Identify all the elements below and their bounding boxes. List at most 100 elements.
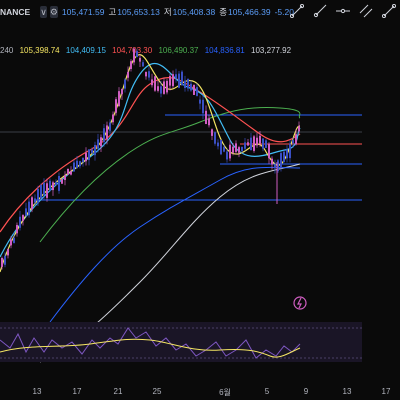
time-label: 17: [72, 387, 82, 396]
candle-body: [223, 146, 225, 152]
candle-body: [112, 114, 114, 123]
trend-line-icon[interactable]: [288, 2, 306, 20]
candle-body: [274, 164, 276, 169]
candle-body: [199, 99, 201, 104]
candle-body: [193, 84, 195, 95]
time-label: 17: [381, 387, 391, 396]
candle-body: [169, 75, 171, 86]
candle-body: [4, 255, 6, 265]
fib-icon[interactable]: [380, 2, 398, 20]
candle-body: [10, 239, 12, 246]
candle-body: [85, 152, 87, 162]
symbol-name[interactable]: NANCE: [0, 7, 30, 17]
candle-body: [190, 83, 192, 91]
time-label: 9: [303, 387, 309, 396]
candle-body: [97, 139, 99, 149]
candle-body: [67, 168, 69, 175]
candle-body: [259, 135, 261, 144]
time-label: 25: [152, 387, 162, 396]
candle-body: [232, 146, 234, 153]
candle-body: [229, 144, 231, 159]
candle-body: [268, 143, 270, 159]
candle-body: [76, 160, 78, 169]
candle-body: [82, 157, 84, 163]
time-label: 6월: [219, 388, 231, 397]
candle-body: [241, 146, 243, 152]
candle-body: [88, 149, 90, 161]
candle-body: [103, 128, 105, 142]
symbol-header: NANCE ∨ ⚙ 105,471.59 고 105,653.13 저 105,…: [0, 4, 294, 20]
candle-body: [16, 224, 18, 234]
candle-body: [40, 185, 42, 199]
ray-icon[interactable]: [311, 2, 329, 20]
low-label: 저: [163, 7, 172, 17]
candle-body: [142, 62, 144, 67]
candle-body: [106, 125, 108, 140]
parallel-channel-icon[interactable]: [357, 2, 375, 20]
ma-green-line: [39, 107, 301, 243]
candle-body: [187, 79, 189, 89]
candle-body: [46, 183, 48, 198]
candle-body: [247, 142, 249, 146]
candle-body: [265, 140, 267, 148]
candle-body: [157, 86, 159, 91]
candle-body: [49, 180, 51, 191]
candle-body: [31, 197, 33, 210]
candle-body: [121, 88, 123, 95]
candle-body: [196, 87, 198, 96]
candle-body: [244, 142, 246, 149]
candle-body: [91, 149, 93, 154]
candle-body: [166, 80, 168, 93]
candle-body: [148, 71, 150, 78]
drawing-toolbar: [286, 0, 400, 22]
candle-body: [127, 71, 129, 78]
candle-body: [13, 237, 15, 243]
candle-body: [25, 208, 27, 216]
ma-blue-line: [49, 166, 301, 323]
candle-body: [37, 188, 39, 204]
candle-body: [124, 79, 126, 89]
candle-body: [43, 182, 45, 195]
candle-body: [130, 61, 132, 69]
candle-body: [154, 76, 156, 91]
candle-body: [283, 151, 285, 163]
candle-body: [151, 79, 153, 86]
ma-red-line: [0, 77, 301, 233]
candle-body: [286, 149, 288, 159]
candle-body: [136, 51, 138, 58]
candle-body: [94, 144, 96, 156]
alert-icon[interactable]: [293, 296, 307, 310]
candle-body: [160, 86, 162, 94]
candle-body: [214, 132, 216, 144]
settings-button[interactable]: ⚙: [49, 6, 58, 18]
candle-body: [202, 99, 204, 114]
time-axis[interactable]: 13 17 21 25 6월 5 9 13 17: [0, 384, 400, 400]
candle-body: [7, 248, 9, 256]
candle-body: [73, 162, 75, 172]
candle-body: [172, 74, 174, 87]
candle-body: [220, 139, 222, 155]
candle-body: [1, 258, 3, 267]
close-value: 105,466.39: [228, 7, 271, 17]
candle-body: [55, 181, 57, 186]
candle-body: [298, 126, 300, 132]
horizontal-line-icon[interactable]: [334, 2, 352, 20]
candle-body: [175, 74, 177, 79]
candle-body: [133, 48, 135, 63]
high-value: 105,653.13: [117, 7, 160, 17]
candle-body: [256, 137, 258, 146]
expand-button[interactable]: ∨: [40, 6, 47, 18]
ma-cyan-line: [0, 62, 301, 258]
candle-body: [115, 99, 117, 113]
candle-body: [109, 122, 111, 131]
candle-body: [250, 137, 252, 151]
price-chart[interactable]: [0, 22, 400, 384]
low-value: 105,408.38: [172, 7, 216, 17]
candle-body: [118, 91, 120, 107]
time-label: 13: [342, 387, 352, 396]
chart-window: NANCE ∨ ⚙ 105,471.59 고 105,653.13 저 105,…: [0, 0, 400, 400]
open-value: 105,471.59: [61, 7, 105, 17]
candlesticks: [1, 47, 300, 270]
candle-body: [79, 161, 81, 167]
candle-body: [271, 158, 273, 165]
